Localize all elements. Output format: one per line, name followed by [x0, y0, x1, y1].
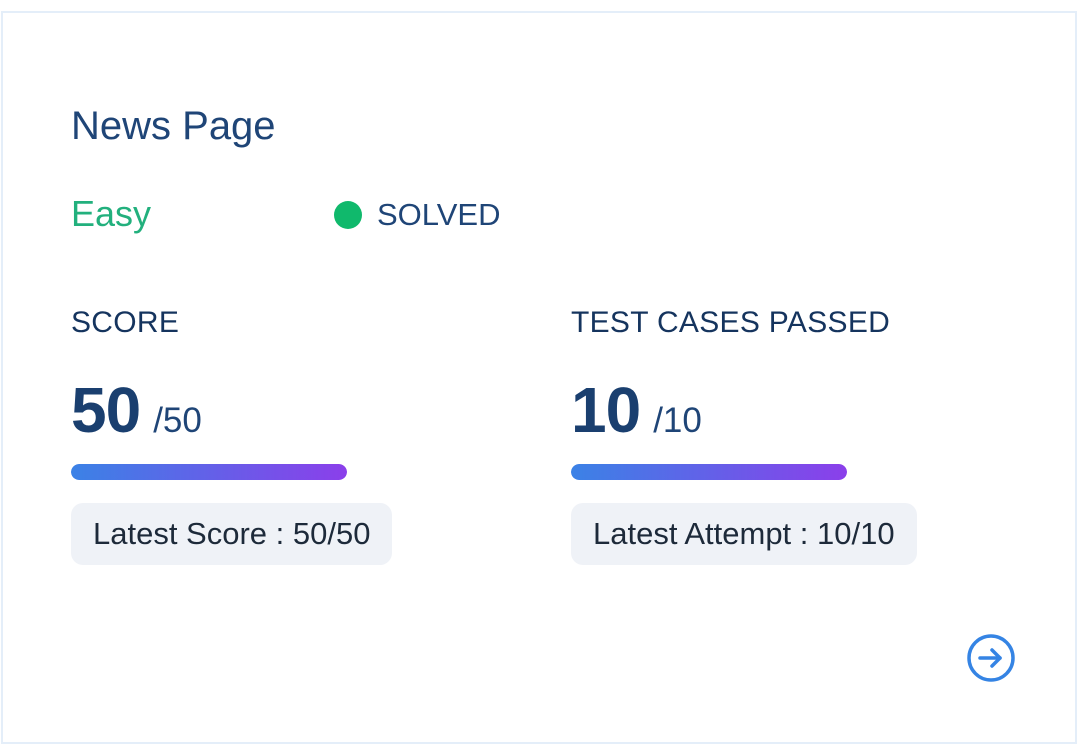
- test-cases-total: /10: [653, 401, 702, 440]
- problem-title[interactable]: News Page: [71, 102, 276, 150]
- score-section: SCORE 50 /50 Latest Score : 50/50: [71, 305, 393, 565]
- status-badge: SOLVED: [334, 196, 500, 234]
- problem-card[interactable]: News Page Easy SOLVED SCORE 50 /50 Lates…: [1, 11, 1077, 744]
- test-cases-value: 10: [571, 374, 641, 446]
- score-value: 50: [71, 374, 141, 446]
- latest-score-chip: Latest Score : 50/50: [71, 503, 393, 565]
- test-cases-section: TEST CASES PASSED 10 /10 Latest Attempt …: [571, 305, 917, 565]
- score-label: SCORE: [71, 306, 180, 339]
- latest-attempt-chip: Latest Attempt : 10/10: [571, 503, 917, 565]
- test-cases-label: TEST CASES PASSED: [571, 306, 891, 339]
- score-progress-bar: [71, 464, 347, 480]
- difficulty-label: Easy: [71, 193, 152, 234]
- test-cases-value-row: 10 /10: [571, 375, 702, 445]
- status-dot-icon: [334, 201, 362, 229]
- test-cases-progress-fill: [571, 464, 847, 480]
- test-cases-progress-bar: [571, 464, 847, 480]
- score-value-row: 50 /50: [71, 375, 202, 445]
- latest-attempt-text: Latest Attempt : 10/10: [593, 516, 895, 551]
- latest-score-text: Latest Score : 50/50: [93, 516, 371, 551]
- score-progress-fill: [71, 464, 347, 480]
- arrow-right-circle-icon[interactable]: [966, 633, 1016, 683]
- status-label: SOLVED: [377, 197, 501, 232]
- score-total: /50: [153, 401, 202, 440]
